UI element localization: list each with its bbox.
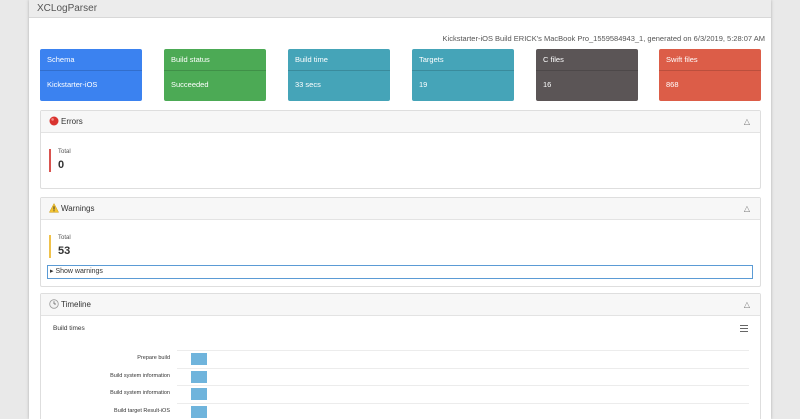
card-label: Build status <box>171 55 210 64</box>
card-targets: Targets 19 <box>412 49 514 101</box>
task-label: Build system information <box>110 390 170 396</box>
task-bar[interactable] <box>191 406 207 418</box>
card-label: Build time <box>295 55 328 64</box>
card-value: 33 secs <box>295 80 321 89</box>
card-label: C files <box>543 55 564 64</box>
grid-line <box>177 350 749 351</box>
task-label: Prepare build <box>137 355 170 361</box>
timeline-panel: Timeline △ Build times Prepare build Bui… <box>40 293 761 419</box>
app-window: XCLogParser Kickstarter-iOS Build ERICK'… <box>29 0 771 419</box>
timeline-row: Prepare build <box>41 350 760 368</box>
warnings-total-value: 53 <box>58 245 71 257</box>
card-divider <box>164 70 266 71</box>
chart-title: Build times <box>53 325 85 332</box>
build-subtitle: Kickstarter-iOS Build ERICK's MacBook Pr… <box>442 34 765 43</box>
warnings-panel: Warnings △ Total 53 ▸ Show warnings <box>40 197 761 287</box>
warning-triangle-icon <box>49 203 59 213</box>
task-label: Build target Result-iOS <box>114 408 170 414</box>
grid-line <box>177 385 749 386</box>
warnings-panel-header[interactable]: Warnings △ <box>41 198 760 220</box>
summary-cards: Schema Kickstarter-iOS Build status Succ… <box>40 49 761 102</box>
clock-icon <box>49 299 59 309</box>
timeline-title: Timeline <box>61 300 91 309</box>
card-build-status: Build status Succeeded <box>164 49 266 101</box>
card-value: Kickstarter-iOS <box>47 80 98 89</box>
task-label: Build system information <box>110 373 170 379</box>
card-value: 16 <box>543 80 552 89</box>
card-schema: Schema Kickstarter-iOS <box>40 49 142 101</box>
error-circle-icon <box>49 116 59 126</box>
card-divider <box>536 70 638 71</box>
card-value: Succeeded <box>171 80 209 89</box>
collapse-chevron-icon[interactable]: △ <box>744 294 750 315</box>
warnings-title: Warnings <box>61 204 95 213</box>
card-label: Schema <box>47 55 75 64</box>
errors-title: Errors <box>61 117 83 126</box>
card-label: Targets <box>419 55 444 64</box>
show-warnings-toggle[interactable]: ▸ Show warnings <box>47 265 753 279</box>
errors-panel: Errors △ Total 0 <box>40 110 761 189</box>
card-swift-files: Swift files 868 <box>659 49 761 101</box>
errors-total-value: 0 <box>58 159 65 171</box>
warnings-total-stat: Total 53 <box>49 235 238 258</box>
errors-panel-header[interactable]: Errors △ <box>41 111 760 133</box>
card-value: 868 <box>666 80 679 89</box>
task-bar[interactable] <box>191 353 207 365</box>
card-build-time: Build time 33 secs <box>288 49 390 101</box>
collapse-chevron-icon[interactable]: △ <box>744 111 750 132</box>
task-bar[interactable] <box>191 388 207 400</box>
collapse-chevron-icon[interactable]: △ <box>744 198 750 219</box>
card-divider <box>659 70 761 71</box>
card-label: Swift files <box>666 55 698 64</box>
timeline-row: Build system information <box>41 368 760 386</box>
card-value: 19 <box>419 80 428 89</box>
task-bar[interactable] <box>191 371 207 383</box>
hamburger-menu-icon[interactable] <box>740 325 748 332</box>
warnings-total-label: Total <box>58 235 71 241</box>
timeline-panel-header[interactable]: Timeline △ <box>41 294 760 316</box>
card-c-files: C files 16 <box>536 49 638 101</box>
window-title: XCLogParser <box>29 0 771 18</box>
card-divider <box>412 70 514 71</box>
errors-total-label: Total <box>58 149 71 155</box>
card-divider <box>40 70 142 71</box>
timeline-row: Build target Result-iOS <box>41 403 760 419</box>
card-divider <box>288 70 390 71</box>
grid-line <box>177 368 749 369</box>
timeline-row: Build system information <box>41 385 760 403</box>
errors-total-stat: Total 0 <box>49 149 238 172</box>
grid-line <box>177 403 749 404</box>
